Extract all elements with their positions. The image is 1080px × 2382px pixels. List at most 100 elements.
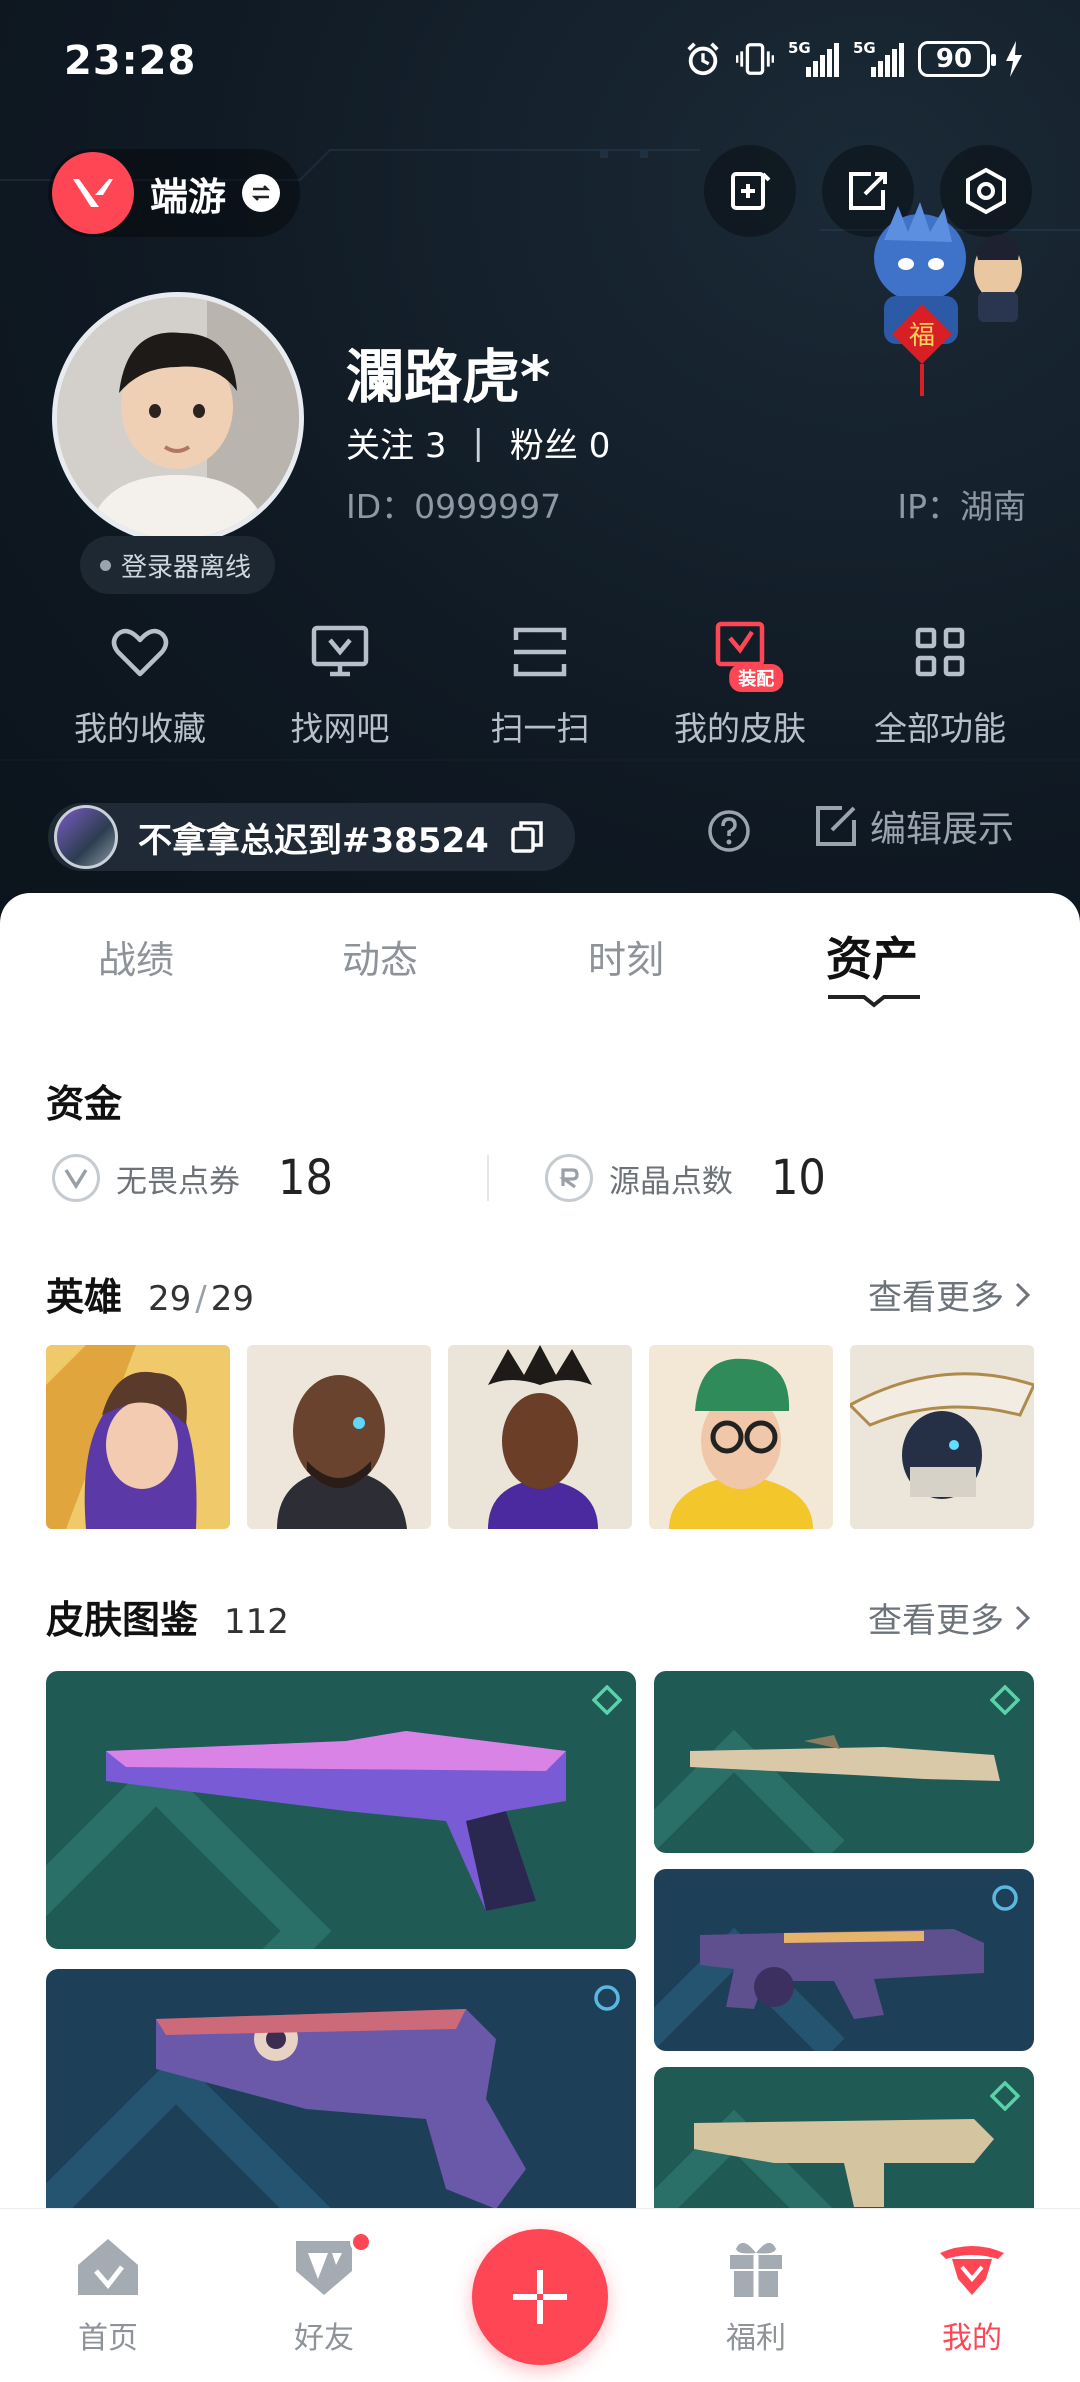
skin-card[interactable] [654,1671,1034,1853]
heart-icon [111,628,169,677]
fund-label: 无畏点券 [116,1163,240,1200]
create-post-button[interactable] [472,2229,608,2365]
hero-card[interactable] [850,1345,1034,1529]
edit-showcase-label: 编辑展示 [870,809,1015,850]
hero-card[interactable] [649,1345,833,1529]
heroes-see-more-link[interactable]: 查看更多 [868,1270,1034,1319]
fund-value: 18 [278,1150,333,1206]
tab-feed[interactable]: 动态 [280,929,480,984]
fund-value: 10 [770,1150,826,1206]
nav-friends[interactable]: 好友 [244,2231,404,2357]
battery-level: 90 [935,44,973,74]
profile-tabs: 战绩 动态 时刻 资产 [0,893,1080,1033]
shortcut-net-cafe[interactable]: 找网吧 [240,620,440,760]
hero-portrait-icon [247,1345,431,1529]
following-count: 3 [424,426,447,466]
grid-icon [915,627,965,677]
status-time: 23:28 [64,38,197,84]
copy-icon[interactable] [509,819,545,855]
svg-text:福: 福 [909,321,935,351]
nav-profile[interactable]: 我的 [892,2231,1052,2357]
game-switch-button[interactable]: 端游 [48,149,301,237]
heroes-count: 29/29 [148,1279,255,1319]
rarity-icon [594,1985,620,2011]
nav-label: 福利 [726,2321,786,2356]
profile-header: 23:28 5G 5G 90 端游 福 登录器离线 瀾路虎* 关注 3 | 粉丝… [0,0,1080,930]
game-account-avatar [54,805,118,869]
nav-label: 首页 [78,2321,138,2356]
shortcut-label: 我的皮肤 [674,709,806,748]
funds-title: 资金 [46,1082,123,1126]
nav-label: 我的 [942,2321,1002,2356]
follow-stats: 关注 3 | 粉丝 0 [346,418,610,467]
user-avatar[interactable] [52,292,304,544]
rarity-icon [992,1885,1018,1911]
skin-card[interactable] [654,2067,1034,2223]
launcher-status-badge: 登录器离线 [80,536,276,594]
avatar-photo [57,297,299,539]
shortcut-label: 扫一扫 [490,709,590,748]
rifle-skin-icon [654,2109,994,2223]
nav-home[interactable]: 首页 [28,2231,188,2357]
tab-assets[interactable]: 资产 [772,923,972,989]
shortcut-bar: 我的收藏 找网吧 扫一扫 装配 我的皮肤 全部功能 [0,620,1080,760]
charging-icon [1006,41,1022,77]
alarm-icon [687,42,719,76]
tab-stats[interactable]: 战绩 [36,929,236,984]
smg-skin-icon [654,1927,984,2051]
hero-portrait-icon [448,1345,632,1529]
hero-card[interactable] [448,1345,632,1529]
game-account-tag[interactable]: 不拿拿总迟到#38524 [48,803,575,871]
user-nickname: 瀾路虎* [346,343,551,411]
fans-link[interactable]: 粉丝 0 [510,418,610,467]
shortcut-all-features[interactable]: 全部功能 [840,620,1040,760]
notification-dot [350,2231,372,2253]
gift-icon [730,2242,782,2297]
stats-separator: | [472,422,484,463]
scan-icon [513,627,567,677]
tab-moments[interactable]: 时刻 [526,929,726,984]
shortcut-label: 我的收藏 [74,709,206,748]
skins-count: 112 [224,1602,289,1642]
status-icons: 5G 5G 90 [684,39,1024,78]
see-more-label: 查看更多 [868,1278,1004,1318]
vp-coin-icon [52,1154,100,1202]
chevron-right-icon [1015,1605,1031,1630]
see-more-label: 查看更多 [868,1601,1004,1641]
pistol-skin-icon [46,1731,566,1949]
funds-row: 无畏点券 18 源晶点数 10 [52,1143,1032,1213]
fans-label: 粉丝 [509,426,578,466]
fund-label: 源晶点数 [608,1163,733,1200]
signal-5g-2: 5G [853,39,904,77]
hero-card[interactable] [46,1345,230,1529]
revolver-skin-icon [46,2009,526,2223]
edit-showcase-button[interactable]: 编辑展示 [812,800,1014,852]
help-icon[interactable] [706,808,752,854]
status-dot [100,559,111,571]
skins-see-more-link[interactable]: 查看更多 [868,1593,1034,1642]
nav-rewards[interactable]: 福利 [676,2231,836,2357]
skin-card[interactable] [46,1969,636,2223]
bottom-navigation: 首页 好友 福利 我的 [0,2208,1080,2382]
add-card-button[interactable] [704,145,796,237]
hero-portrait-icon [649,1345,833,1529]
shortcut-favorites[interactable]: 我的收藏 [40,620,240,760]
network-type-1: 5G [788,39,811,57]
shortcut-scan[interactable]: 扫一扫 [440,620,640,760]
heroes-section-header: 英雄 29/29 [46,1266,254,1321]
skin-card[interactable] [46,1671,636,1949]
monitor-icon [311,625,369,677]
skin-card[interactable] [654,1869,1034,2051]
following-link[interactable]: 关注 3 [346,418,446,467]
fund-radianite: 源晶点数 10 [544,1150,826,1206]
plus-icon [513,2270,567,2324]
profile-content: 战绩 动态 时刻 资产 资金 无畏点券 18 源晶点数 10 英雄 29/29 查… [0,893,1080,2223]
swap-icon [242,174,281,212]
fans-count: 0 [588,426,611,466]
mascot-pendant-icon: 福 [874,202,1022,396]
hero-card[interactable] [247,1345,431,1529]
rarity-icon [990,1685,1020,1715]
shortcut-my-skins[interactable]: 装配 我的皮肤 [640,620,840,760]
home-icon [78,2239,138,2295]
radianite-coin-icon [544,1154,593,1202]
